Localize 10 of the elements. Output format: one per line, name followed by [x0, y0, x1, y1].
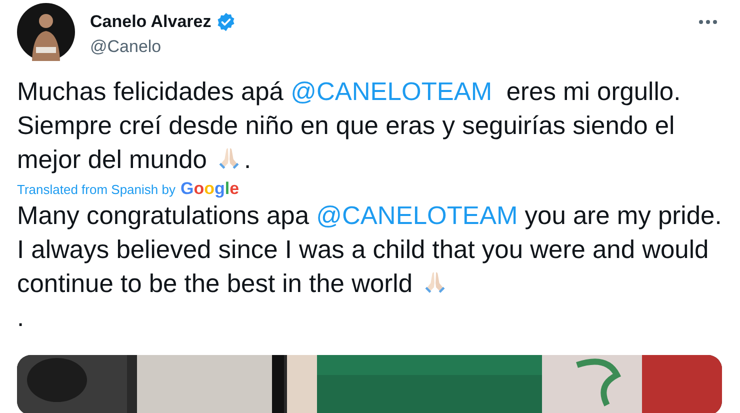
- author-name[interactable]: Canelo Alvarez: [90, 12, 212, 32]
- mention-link[interactable]: @CANELOTEAM: [290, 78, 492, 106]
- translation-note[interactable]: Translated from Spanish by: [17, 182, 176, 197]
- author-handle[interactable]: @Canelo: [90, 37, 679, 57]
- google-logo: Google: [180, 179, 240, 199]
- more-icon: [698, 19, 718, 25]
- translated-text: Many congratulations apa @CANELOTEAM you are my pride. I always believed since I was a child that you were and would continue to be the best in the world .: [17, 201, 722, 334]
- mention-link[interactable]: @CANELOTEAM: [316, 202, 518, 230]
- avatar[interactable]: [17, 3, 75, 61]
- tweet-text: Muchas felicidades apá @CANELOTEAM eres mi orgullo. Siempre creí desde niño en que eras y seguirías siendo el mejor del mundo .: [17, 77, 682, 176]
